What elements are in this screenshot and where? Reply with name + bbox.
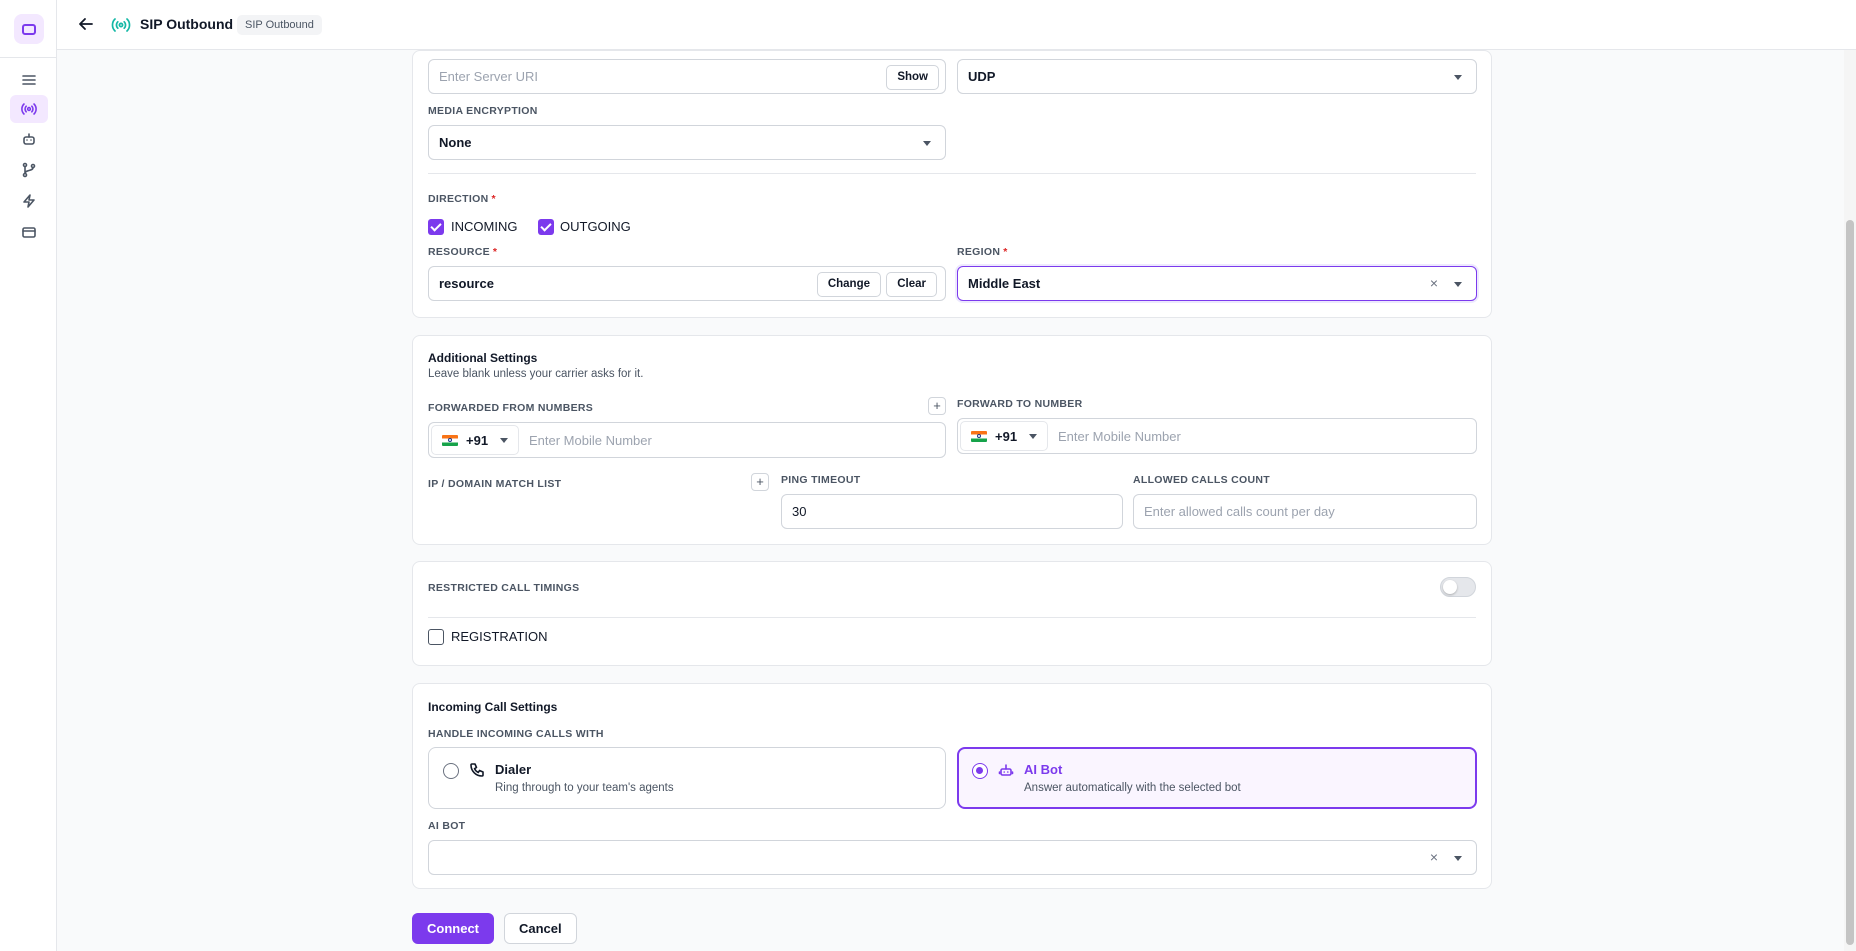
ip-domain-label: IP / DOMAIN MATCH LIST — [428, 478, 562, 490]
branch-icon[interactable] — [10, 156, 48, 184]
region-label: REGION * — [957, 246, 1008, 258]
ai-bot-select[interactable]: × — [428, 840, 1477, 875]
back-arrow-icon[interactable] — [77, 15, 97, 35]
dialer-option[interactable]: Dialer Ring through to your team's agent… — [428, 747, 946, 809]
resource-label: RESOURCE * — [428, 246, 498, 258]
bot-icon — [998, 762, 1016, 780]
registration-checkbox[interactable] — [428, 629, 444, 645]
ai-bot-description: Answer automatically with the selected b… — [1024, 782, 1241, 794]
left-nav-rail — [0, 0, 57, 951]
india-flag-icon — [971, 430, 987, 442]
clear-icon[interactable]: × — [1430, 276, 1438, 290]
media-encryption-select[interactable]: None — [428, 125, 946, 160]
country-code-value: +91 — [466, 432, 489, 448]
additional-settings-card: Additional Settings Leave blank unless y… — [412, 335, 1492, 545]
scrollbar-thumb[interactable] — [1846, 220, 1854, 945]
mobile-number-placeholder[interactable]: Enter Mobile Number — [529, 433, 652, 448]
india-flag-icon — [442, 434, 458, 446]
dialer-description: Ring through to your team's agents — [495, 782, 674, 794]
chevron-down-icon — [1454, 856, 1462, 861]
direction-label: DIRECTION * — [428, 193, 496, 205]
additional-settings-title: Additional Settings — [428, 351, 538, 365]
forwarded-from-label: FORWARDED FROM NUMBERS — [428, 402, 594, 414]
restricted-call-timings-toggle[interactable] — [1440, 577, 1476, 597]
bot-icon[interactable] — [10, 125, 48, 153]
allowed-calls-placeholder: Enter allowed calls count per day — [1144, 504, 1335, 519]
page-scrollbar[interactable] — [1844, 50, 1856, 951]
country-code-value: +91 — [995, 428, 1018, 444]
ping-timeout-value: 30 — [792, 504, 807, 519]
server-uri-input[interactable]: Enter Server URI Show — [428, 59, 946, 94]
outgoing-checkbox[interactable] — [538, 219, 554, 235]
registration-label: REGISTRATION — [451, 629, 548, 644]
allowed-calls-label: ALLOWED CALLS COUNT — [1133, 474, 1270, 486]
required-mark: * — [491, 193, 496, 205]
page-title: SIP Outbound — [140, 16, 234, 32]
media-encryption-label: MEDIA ENCRYPTION — [428, 105, 538, 117]
add-forwarded-number-button[interactable]: + — [928, 397, 946, 415]
chevron-down-icon — [500, 437, 509, 443]
resource-input[interactable]: resource Change Clear — [428, 266, 946, 301]
add-ip-domain-button[interactable]: + — [751, 473, 769, 491]
rail-divider — [0, 57, 57, 58]
incoming-label: INCOMING — [451, 219, 518, 234]
region-value: Middle East — [968, 276, 1041, 291]
chevron-down-icon — [1029, 433, 1038, 439]
chevron-down-icon — [923, 141, 931, 146]
page-header: SIP Outbound SIP Outbound — [57, 0, 1856, 50]
outgoing-label: OUTGOING — [560, 219, 631, 234]
incoming-checkbox[interactable] — [428, 219, 444, 235]
ai-bot-title: AI Bot — [1024, 762, 1063, 777]
forwarded-from-phone-input[interactable]: +91 Enter Mobile Number — [428, 422, 946, 458]
clear-icon[interactable]: × — [1430, 850, 1438, 864]
broadcast-icon[interactable] — [10, 95, 48, 123]
menu-icon[interactable] — [10, 66, 48, 94]
forward-to-phone-input[interactable]: +91 Enter Mobile Number — [957, 418, 1477, 454]
transport-select[interactable]: UDP — [957, 59, 1477, 94]
server-uri-placeholder: Enter Server URI — [439, 69, 538, 84]
section-divider — [428, 617, 1476, 618]
required-mark: * — [1003, 246, 1008, 258]
call-timings-card: RESTRICTED CALL TIMINGS REGISTRATION — [412, 561, 1492, 666]
restricted-call-timings-label: RESTRICTED CALL TIMINGS — [428, 582, 580, 594]
transport-value: UDP — [968, 69, 996, 84]
ping-timeout-input[interactable]: 30 — [781, 494, 1123, 529]
chevron-down-icon — [1454, 75, 1462, 80]
sip-broadcast-icon — [111, 15, 131, 35]
chevron-down-icon — [1454, 282, 1462, 287]
allowed-calls-input[interactable]: Enter allowed calls count per day — [1133, 494, 1477, 529]
mobile-number-placeholder[interactable]: Enter Mobile Number — [1058, 429, 1181, 444]
resource-value: resource — [439, 276, 494, 291]
dialer-radio[interactable] — [443, 763, 459, 779]
connect-button[interactable]: Connect — [412, 913, 494, 944]
logo-mark — [22, 23, 36, 35]
required-mark: * — [492, 246, 498, 258]
incoming-call-settings-card: Incoming Call Settings HANDLE INCOMING C… — [412, 683, 1492, 889]
section-divider — [428, 173, 1476, 174]
dialer-title: Dialer — [495, 762, 532, 777]
ai-bot-option[interactable]: AI Bot Answer automatically with the sel… — [957, 747, 1477, 809]
country-code-select[interactable]: +91 — [960, 421, 1048, 451]
incoming-call-settings-title: Incoming Call Settings — [428, 700, 558, 714]
show-uri-button[interactable]: Show — [886, 65, 939, 90]
cancel-button[interactable]: Cancel — [504, 913, 577, 944]
card-icon[interactable] — [10, 218, 48, 246]
connection-settings-card: Enter Server URI Show UDP MEDIA ENCRYPTI… — [412, 50, 1492, 318]
handle-incoming-label: HANDLE INCOMING CALLS WITH — [428, 728, 604, 740]
lightning-icon[interactable] — [10, 187, 48, 215]
ping-timeout-label: PING TIMEOUT — [781, 474, 861, 486]
ai-bot-radio[interactable] — [972, 763, 988, 779]
clear-resource-button[interactable]: Clear — [886, 272, 937, 297]
additional-settings-subtitle: Leave blank unless your carrier asks for… — [428, 368, 644, 380]
forward-to-label: FORWARD TO NUMBER — [957, 398, 1083, 410]
region-select[interactable]: Middle East × — [957, 266, 1477, 301]
country-code-select[interactable]: +91 — [431, 425, 519, 455]
ai-bot-label: AI BOT — [428, 820, 466, 832]
app-logo[interactable] — [14, 14, 44, 44]
page-type-badge: SIP Outbound — [237, 15, 322, 35]
media-encryption-value: None — [439, 135, 472, 150]
phone-icon — [469, 762, 487, 780]
change-resource-button[interactable]: Change — [816, 272, 881, 297]
